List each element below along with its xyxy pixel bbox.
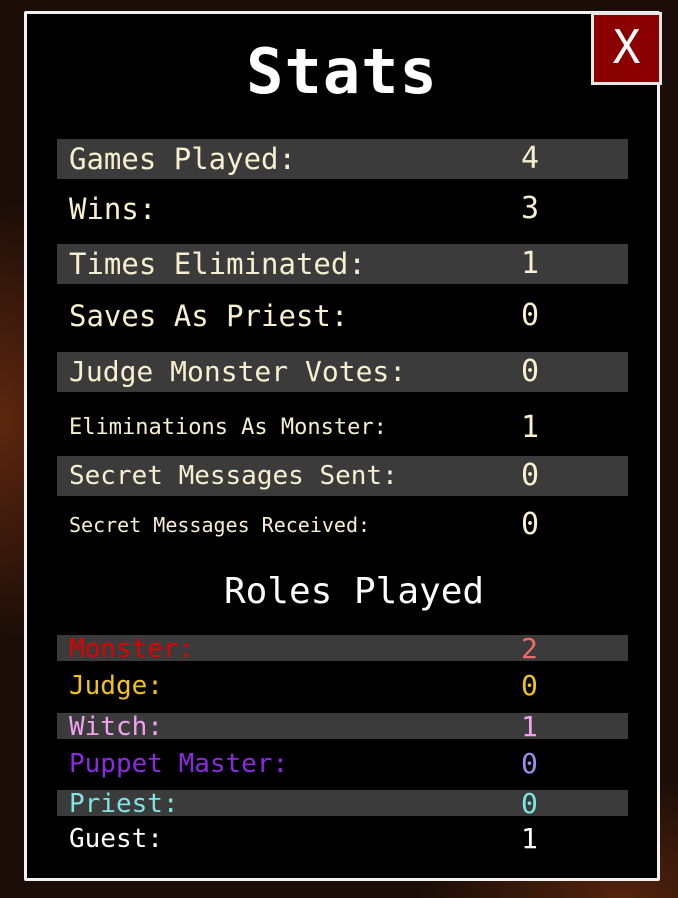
role-row-monster: Monster: 2	[57, 632, 628, 665]
stat-label: Games Played:	[69, 142, 296, 176]
role-row-witch: Witch: 1	[57, 710, 628, 743]
stat-value: 3	[521, 191, 540, 226]
role-row-puppet-master: Puppet Master: 0	[57, 747, 628, 780]
stat-value: 0	[521, 507, 540, 542]
stat-row-saves-as-priest: Saves As Priest: 0	[57, 296, 628, 336]
role-row-guest: Guest: 1	[57, 822, 628, 855]
role-row-judge: Judge: 0	[57, 669, 628, 702]
stat-label: Saves As Priest:	[69, 299, 349, 333]
stat-row-secret-messages-sent: Secret Messages Sent: 0	[57, 456, 628, 496]
stat-row-judge-monster-votes: Judge Monster Votes: 0	[57, 352, 628, 392]
page-title: Stats	[246, 35, 438, 108]
stat-value: 0	[521, 458, 540, 493]
role-label: Puppet Master:	[69, 749, 289, 779]
role-value: 0	[521, 669, 538, 702]
role-value: 0	[521, 787, 538, 820]
role-value: 1	[521, 710, 538, 743]
roles-played-heading: Roles Played	[223, 571, 485, 612]
stat-label: Wins:	[69, 192, 157, 226]
stat-value: 0	[521, 298, 540, 333]
role-label: Witch:	[69, 712, 163, 742]
stat-row-secret-messages-received: Secret Messages Received: 0	[57, 505, 628, 545]
role-label: Judge:	[69, 671, 163, 701]
stat-row-wins: Wins: 3	[57, 189, 628, 229]
stat-row-times-eliminated: Times Eliminated: 1	[57, 244, 628, 284]
stat-label: Secret Messages Sent:	[69, 461, 398, 491]
stat-value: 4	[521, 141, 540, 176]
stat-value: 0	[521, 354, 540, 389]
stat-value: 1	[521, 246, 540, 281]
role-value: 2	[521, 632, 538, 665]
stat-row-games-played: Games Played: 4	[57, 139, 628, 179]
stat-label: Judge Monster Votes:	[69, 355, 407, 388]
role-row-priest: Priest: 0	[57, 787, 628, 820]
role-label: Guest:	[69, 824, 163, 854]
role-label: Monster:	[69, 634, 195, 664]
stat-value: 1	[521, 410, 540, 445]
stat-label: Eliminations As Monster:	[69, 415, 387, 440]
role-value: 1	[521, 822, 538, 855]
role-value: 0	[521, 747, 538, 780]
stat-label: Times Eliminated:	[69, 247, 366, 281]
stat-label: Secret Messages Received:	[69, 513, 371, 537]
role-label: Priest:	[69, 789, 179, 819]
stat-row-eliminations-as-monster: Eliminations As Monster: 1	[57, 408, 628, 448]
